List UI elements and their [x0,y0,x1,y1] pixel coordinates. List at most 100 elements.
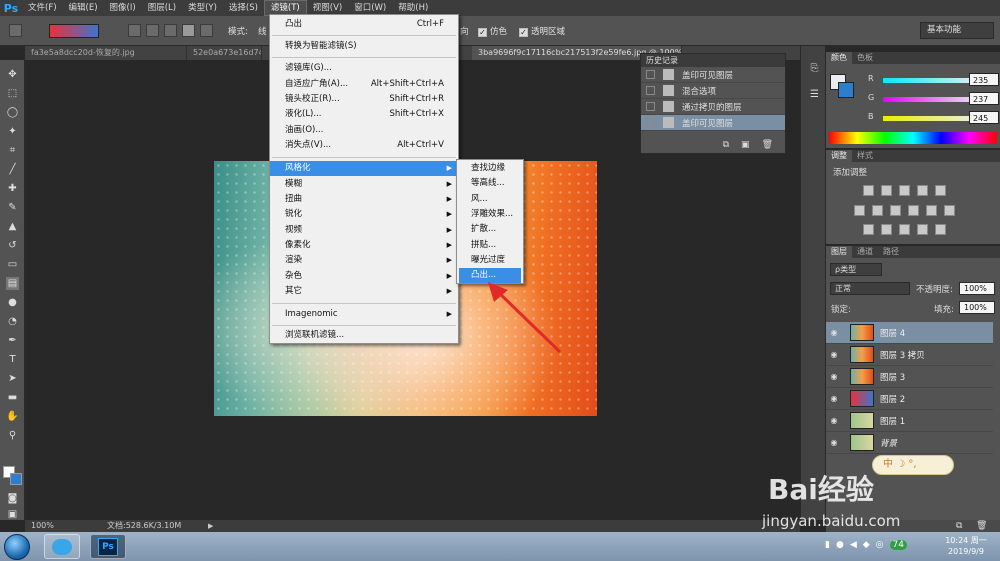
eraser-tool-icon[interactable]: ▭ [6,258,19,271]
tray-network-icon[interactable]: ▮ [825,540,830,550]
rectangle-tool-icon[interactable]: ▬ [6,391,19,404]
menu-item-browse-filters-online[interactable]: 浏览联机滤镜... [270,328,458,343]
background-color-swatch[interactable] [10,473,22,485]
styles-tab[interactable]: 样式 [852,150,878,162]
history-step-selected[interactable]: 盖印可见图层 [641,115,785,131]
gradient-tool-icon[interactable]: ▤ [6,277,19,290]
taskbar-clock[interactable]: 10:24 周一 2019/9/9 [936,535,996,557]
mode-value[interactable]: 线 [258,25,267,39]
menu-item-blur[interactable]: 模糊 ▶ [270,177,458,192]
magic-wand-tool-icon[interactable]: ✦ [6,125,19,138]
brightness-icon[interactable] [863,185,874,196]
zoom-level[interactable]: 100% [31,520,54,532]
vibrance-icon[interactable] [935,185,946,196]
menu-file[interactable]: 文件(F) [22,0,63,16]
taskbar-browser-icon[interactable] [44,534,80,559]
ime-toolbar[interactable]: 中 ☽ °, [872,455,954,475]
layer-row[interactable]: ◉ 图层 3 拷贝 [826,344,993,366]
tray-volume-icon[interactable]: ◀ [850,540,857,550]
levels-icon[interactable] [881,185,892,196]
tray-security-icon[interactable]: ◆ [863,540,870,550]
history-step[interactable]: 通过拷贝的图层 [641,99,785,115]
opacity-input[interactable]: 100% [959,282,995,295]
green-value[interactable]: 237 [969,92,999,105]
blue-value[interactable]: 245 [969,111,999,124]
history-dock-icon[interactable]: ⎘ [808,62,821,75]
menu-item-oil-paint[interactable]: 油画(O)... [270,123,458,138]
color-lookup-icon[interactable] [944,205,955,216]
visibility-eye-icon[interactable]: ◉ [826,328,842,337]
delete-trash-icon[interactable]: 🗑 [762,140,773,150]
fill-input[interactable]: 100% [959,301,995,314]
transparency-checkbox[interactable]: ✓ 透明区域 [519,25,565,39]
lasso-tool-icon[interactable]: ◯ [6,106,19,119]
menu-item-sharpen[interactable]: 锐化 ▶ [270,207,458,222]
linear-gradient-icon[interactable] [128,24,141,37]
new-layer-icon[interactable]: ⧉ [956,521,962,531]
visibility-eye-icon[interactable]: ◉ [826,438,842,447]
menu-item-noise[interactable]: 杂色 ▶ [270,269,458,284]
dodge-tool-icon[interactable]: ◔ [6,315,19,328]
delete-layer-icon[interactable]: 🗑 [976,521,987,531]
visibility-eye-icon[interactable]: ◉ [826,394,842,403]
tray-badge[interactable]: 74 [889,540,907,550]
red-value[interactable]: 235 [969,73,999,86]
doc-tab[interactable]: 52e0a673e16d74ab [187,46,262,60]
menu-item-filter-gallery[interactable]: 滤镜库(G)... [270,61,458,76]
tray-app-icon[interactable]: ◎ [876,540,884,550]
menu-item-imagenomic[interactable]: Imagenomic ▶ [270,307,458,322]
submenu-wind[interactable]: 风... [457,192,523,207]
workspace-select[interactable]: 基本功能 [920,22,994,39]
selective-color-icon[interactable] [935,224,946,235]
start-button[interactable] [4,534,30,560]
layer-filter-select[interactable]: ρ类型 [830,263,882,276]
screen-mode-icon[interactable]: ▣ [6,508,19,521]
move-tool-icon[interactable]: ✥ [6,68,19,81]
menu-item-stylize[interactable]: 风格化 ▶ [270,161,458,176]
gradient-map-icon[interactable] [917,224,928,235]
menu-item-render[interactable]: 渲染 ▶ [270,253,458,268]
hue-saturation-icon[interactable] [854,205,865,216]
menu-item-distort[interactable]: 扭曲 ▶ [270,192,458,207]
menu-item-vanishing-point[interactable]: 消失点(V)... Alt+Ctrl+V [270,138,458,153]
history-step[interactable]: 混合选项 [641,83,785,99]
submenu-emboss[interactable]: 浮雕效果... [457,207,523,222]
menu-item-pixelate[interactable]: 像素化 ▶ [270,238,458,253]
menu-item-last-filter[interactable]: 凸出 Ctrl+F [270,17,458,32]
layer-row[interactable]: ◉ 图层 2 [826,388,993,410]
gradient-tool-preset-icon[interactable] [9,24,22,37]
diamond-gradient-icon[interactable] [200,24,213,37]
blend-mode-select[interactable]: 正常 [830,282,910,295]
marquee-tool-icon[interactable]: ⬚ [6,87,19,100]
properties-dock-icon[interactable]: ☰ [808,88,821,101]
angle-gradient-icon[interactable] [164,24,177,37]
pen-tool-icon[interactable]: ✒ [6,334,19,347]
radial-gradient-icon[interactable] [146,24,159,37]
submenu-tiles[interactable]: 拼贴... [457,238,523,253]
crop-tool-icon[interactable]: ⌗ [6,144,19,157]
submenu-diffuse[interactable]: 扩散... [457,222,523,237]
channels-tab[interactable]: 通道 [852,246,878,258]
snapshot-camera-icon[interactable]: ▣ [741,140,750,150]
submenu-trace-contour[interactable]: 等高线... [457,176,523,191]
red-slider[interactable]: R 235 [840,73,1000,88]
color-balance-icon[interactable] [872,205,883,216]
gradient-swatch[interactable] [49,24,99,38]
black-white-icon[interactable] [890,205,901,216]
reflected-gradient-icon[interactable] [182,24,195,37]
tray-qq-icon[interactable]: ● [836,540,844,550]
menu-item-video[interactable]: 视频 ▶ [270,223,458,238]
menu-image[interactable]: 图像(I) [104,0,142,16]
adjustments-tab[interactable]: 调整 [826,150,852,162]
curves-icon[interactable] [899,185,910,196]
clone-stamp-tool-icon[interactable]: ▲ [6,220,19,233]
status-menu-arrow-icon[interactable]: ▶ [208,520,213,532]
posterize-icon[interactable] [881,224,892,235]
menu-item-convert-smart-filter[interactable]: 转换为智能滤镜(S) [270,39,458,54]
submenu-find-edges[interactable]: 查找边缘 [457,161,523,176]
eyedropper-tool-icon[interactable]: ╱ [6,163,19,176]
channel-mixer-icon[interactable] [926,205,937,216]
submenu-solarize[interactable]: 曝光过度 [457,253,523,268]
reverse-label[interactable]: 向 [460,25,469,39]
green-slider[interactable]: G 237 [840,92,1000,107]
